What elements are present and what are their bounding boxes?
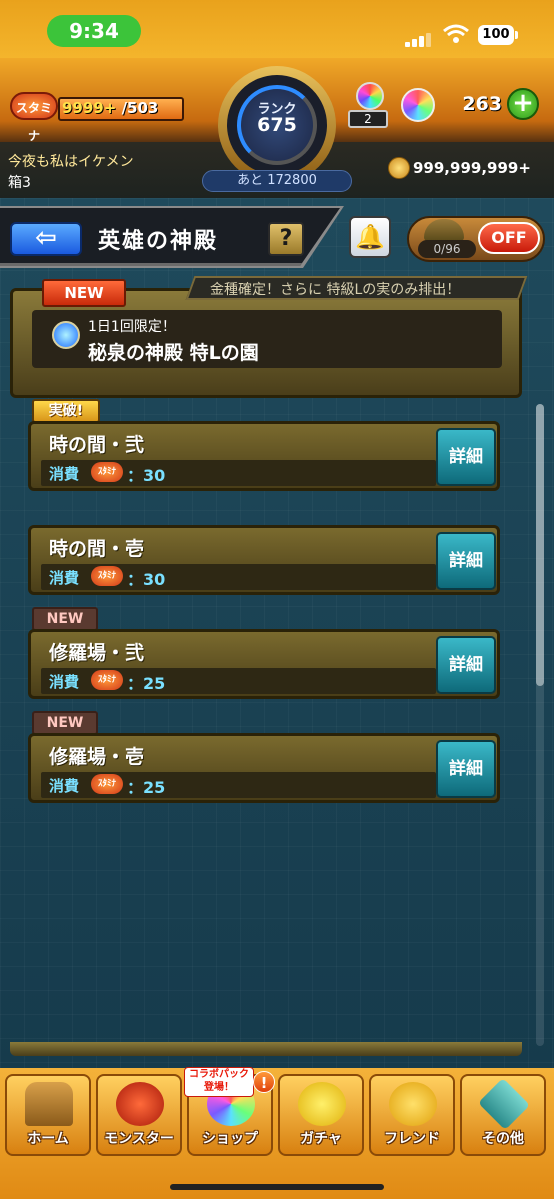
list-frame-bottom [10, 1042, 522, 1056]
new-badge: NEW [42, 279, 126, 307]
quest-row[interactable]: 修羅場・壱 消費 ｽﾀﾐﾅ ：25 詳細 [28, 733, 500, 803]
stamina-value: 9999+ /503 [62, 99, 182, 117]
collab-pack-badge: コラボパック登場！ [184, 1067, 254, 1097]
rainbow-orb-icon [401, 88, 435, 122]
battery-icon: 100 [478, 25, 514, 45]
rank-value: 675 [257, 114, 297, 136]
detail-button[interactable]: 詳細 [436, 636, 496, 694]
monster-icon [116, 1082, 164, 1126]
cost-value: ：25 [127, 778, 166, 797]
quest-name: 修羅場・弐 [49, 642, 145, 664]
clock: 9:34 [47, 15, 141, 47]
scrollbar-thumb[interactable] [536, 404, 544, 686]
cost-label: 消費 [49, 673, 80, 691]
nav-monster[interactable]: モンスター [96, 1074, 182, 1156]
home-icon [25, 1082, 73, 1126]
nav-label: モンスター [104, 1131, 174, 1147]
water-drop-icon [52, 321, 80, 349]
cost-value: ：30 [127, 570, 166, 589]
rainbow-orb-small-icon [356, 82, 384, 110]
orb-count: 263 [462, 93, 502, 115]
coin-icon [388, 157, 410, 179]
stamina-icon: ｽﾀﾐﾅ [91, 774, 123, 794]
detail-button[interactable]: 詳細 [436, 740, 496, 798]
stamina-icon: スタミナ [10, 92, 58, 143]
coin-count: 999,999,999+ [413, 159, 531, 177]
orb-stock-count: 2 [348, 110, 388, 128]
cost-label: 消費 [49, 777, 80, 795]
page-title: 英雄の神殿 [98, 229, 219, 254]
quest-name: 修羅場・壱 [49, 746, 145, 768]
other-menu-icon [477, 1077, 531, 1131]
detail-button[interactable]: 詳細 [436, 532, 496, 590]
signal-icon [405, 28, 433, 47]
friend-icon [389, 1082, 437, 1126]
add-orb-button[interactable]: + [507, 88, 539, 120]
stamina-icon: ｽﾀﾐﾅ [91, 566, 123, 586]
quest-row[interactable]: 時の間・弐 消費 ｽﾀﾐﾅ ：30 詳細 [28, 421, 500, 491]
stamina-max: /503 [121, 99, 159, 117]
back-button[interactable]: ⇦ [10, 222, 82, 256]
wifi-icon [443, 24, 469, 43]
nav-home[interactable]: ホーム [5, 1074, 91, 1156]
stamina-icon: ｽﾀﾐﾅ [91, 670, 123, 690]
detail-button[interactable]: 詳細 [436, 428, 496, 486]
nav-gacha[interactable]: ガチャ [278, 1074, 364, 1156]
stamina-current: 9999+ [62, 99, 117, 117]
off-toggle-button[interactable]: OFF [478, 222, 540, 254]
nav-label: ガチャ [300, 1131, 342, 1147]
alert-icon: ! [253, 1071, 275, 1093]
player-message-2: 箱3 [8, 175, 31, 191]
bell-icon[interactable]: 🔔 [349, 216, 391, 258]
event-info-text: 金種確定！さらに 特級Lの実のみ排出！ [210, 282, 461, 298]
home-indicator [170, 1184, 384, 1190]
quest-name: 時の間・弐 [49, 434, 145, 456]
new-badge: NEW [32, 607, 98, 631]
quest-row[interactable]: 修羅場・弐 消費 ｽﾀﾐﾅ ：25 詳細 [28, 629, 500, 699]
event-title: 秘泉の神殿 特Lの園 [88, 342, 259, 364]
player-message: 今夜も私はイケメン [8, 154, 134, 170]
battery-tip [515, 31, 518, 39]
gacha-egg-icon [298, 1082, 346, 1126]
event-subtitle: 1日1回限定！ [88, 319, 176, 335]
break-badge: 実破! [32, 399, 100, 423]
cost-value: ：30 [127, 466, 166, 485]
new-badge: NEW [32, 711, 98, 735]
nav-label: その他 [482, 1131, 524, 1147]
orb-stock-button[interactable]: 2 [348, 82, 392, 130]
stamina-icon: ｽﾀﾐﾅ [91, 462, 123, 482]
quest-name: 時の間・壱 [49, 538, 145, 560]
nav-friend[interactable]: フレンド [369, 1074, 455, 1156]
cost-value: ：25 [127, 674, 166, 693]
help-button[interactable]: ? [268, 222, 304, 256]
rank-next-exp: あと 172800 [202, 170, 352, 192]
nav-label: ショップ [202, 1131, 258, 1147]
quest-row[interactable]: 時の間・壱 消費 ｽﾀﾐﾅ ：30 詳細 [28, 525, 500, 595]
toggle-count: 0/96 [418, 240, 476, 258]
cost-label: 消費 [49, 569, 80, 587]
cost-label: 消費 [49, 465, 80, 483]
nav-other[interactable]: その他 [460, 1074, 546, 1156]
nav-label: フレンド [384, 1131, 440, 1147]
nav-label: ホーム [27, 1131, 69, 1147]
